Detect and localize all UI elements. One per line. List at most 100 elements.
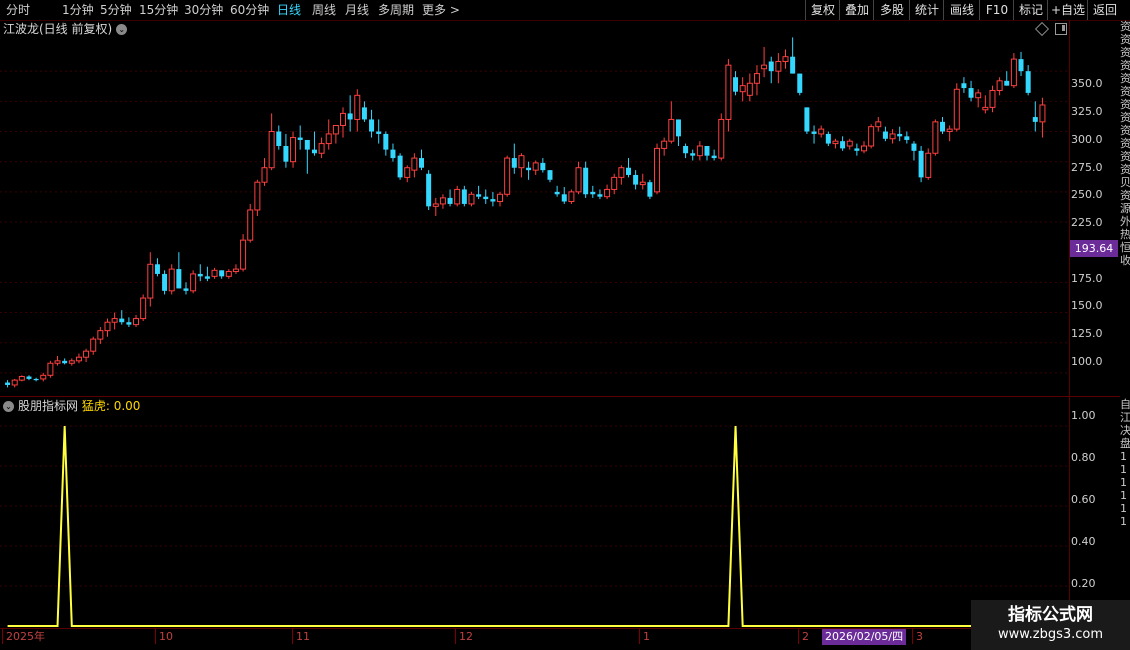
candle — [953, 83, 960, 132]
price-tick: 350.0 — [1071, 77, 1103, 90]
add-watchlist-button[interactable]: +自选 — [1047, 0, 1088, 20]
candle — [311, 131, 317, 156]
candle — [746, 73, 753, 102]
back-button[interactable]: 返回 — [1087, 0, 1122, 20]
candle — [426, 170, 432, 210]
candle — [154, 258, 160, 277]
candle — [811, 125, 817, 144]
price-tick: 125.0 — [1071, 327, 1103, 340]
price-tick: 225.0 — [1071, 216, 1103, 229]
candle — [540, 158, 546, 173]
candle — [283, 133, 289, 168]
candle — [476, 185, 482, 200]
candle — [276, 125, 282, 150]
candle — [397, 153, 403, 180]
period-tab-30min[interactable]: 30分钟 — [184, 2, 223, 18]
candle — [332, 124, 339, 144]
candle — [946, 125, 953, 142]
period-tab-more[interactable]: 更多 > — [422, 2, 460, 18]
candle — [675, 119, 681, 146]
candle — [504, 155, 511, 197]
candle — [211, 267, 218, 279]
candle — [347, 95, 353, 132]
candle — [683, 143, 689, 159]
candle — [846, 138, 853, 150]
candle — [90, 336, 97, 355]
multi-stock-button[interactable]: 多股 — [873, 0, 910, 20]
period-tab-multi[interactable]: 多周期 — [378, 2, 414, 18]
indicator-chart[interactable] — [0, 398, 1068, 628]
candle — [633, 170, 639, 190]
period-tab-1min[interactable]: 1分钟 — [62, 2, 94, 18]
candle — [696, 141, 703, 161]
candle — [690, 149, 696, 161]
overlay-button[interactable]: 叠加 — [839, 0, 874, 20]
candle — [625, 158, 631, 178]
candle — [733, 71, 739, 96]
candle — [5, 380, 11, 388]
candle — [254, 179, 261, 216]
indicator-side-strip: 自江决盘111111 — [1120, 398, 1130, 528]
period-tab-fenshi[interactable]: 分时 — [6, 2, 30, 18]
candle — [176, 252, 182, 289]
candlestick-chart[interactable] — [0, 21, 1068, 396]
candle — [1018, 51, 1024, 76]
candle — [83, 348, 90, 363]
date-tick: 2 — [798, 629, 809, 644]
candle — [904, 131, 910, 144]
toolbar: 分时 1分钟 5分钟 15分钟 30分钟 60分钟 日线 周线 月线 多周期 更… — [0, 0, 1130, 21]
candle — [882, 126, 888, 142]
period-tab-weekly[interactable]: 周线 — [312, 2, 336, 18]
candle — [825, 131, 831, 146]
candle — [840, 136, 846, 151]
price-tick: 150.0 — [1071, 299, 1103, 312]
candle — [975, 89, 982, 108]
candle — [611, 173, 618, 195]
mark-button[interactable]: 标记 — [1013, 0, 1048, 20]
candle — [304, 139, 310, 174]
candle — [911, 141, 917, 161]
period-tab-15min[interactable]: 15分钟 — [139, 2, 178, 18]
candle — [1032, 101, 1038, 132]
price-tick: 175.0 — [1071, 272, 1103, 285]
watermark-title: 指标公式网 — [1008, 605, 1093, 625]
candle — [133, 314, 140, 328]
period-tab-monthly[interactable]: 月线 — [345, 2, 369, 18]
candle — [183, 282, 189, 295]
indicator-tick: 1.00 — [1071, 409, 1096, 422]
price-tick: 275.0 — [1071, 161, 1103, 174]
candle — [104, 318, 111, 337]
candle — [75, 353, 82, 364]
cursor-date-label: 2026/02/05/四 — [822, 629, 907, 645]
indicator-tick: 0.80 — [1071, 451, 1096, 464]
date-tick: 11 — [292, 629, 310, 644]
candle — [797, 73, 803, 96]
candle — [54, 356, 61, 366]
candle — [354, 89, 361, 132]
candle — [532, 160, 539, 175]
candle — [832, 138, 839, 149]
candle — [996, 77, 1003, 96]
period-tab-60min[interactable]: 60分钟 — [230, 2, 269, 18]
candle — [290, 131, 297, 168]
period-tab-daily[interactable]: 日线 — [277, 2, 301, 18]
candle — [11, 378, 18, 388]
indicator-tick: 0.60 — [1071, 493, 1096, 506]
price-tick: 300.0 — [1071, 133, 1103, 146]
candle — [518, 153, 525, 178]
candle — [725, 59, 732, 132]
candle — [961, 77, 967, 93]
draw-line-button[interactable]: 画线 — [943, 0, 980, 20]
candle — [369, 109, 375, 138]
candle — [868, 124, 875, 149]
candle — [1010, 53, 1017, 89]
f10-button[interactable]: F10 — [979, 0, 1014, 20]
period-tab-5min[interactable]: 5分钟 — [100, 2, 132, 18]
candle — [618, 165, 625, 185]
candle — [404, 165, 411, 183]
price-axis-border — [1069, 20, 1070, 628]
stats-button[interactable]: 统计 — [909, 0, 944, 20]
candle — [268, 113, 275, 171]
fuquan-button[interactable]: 复权 — [805, 0, 840, 20]
candle — [240, 234, 247, 272]
